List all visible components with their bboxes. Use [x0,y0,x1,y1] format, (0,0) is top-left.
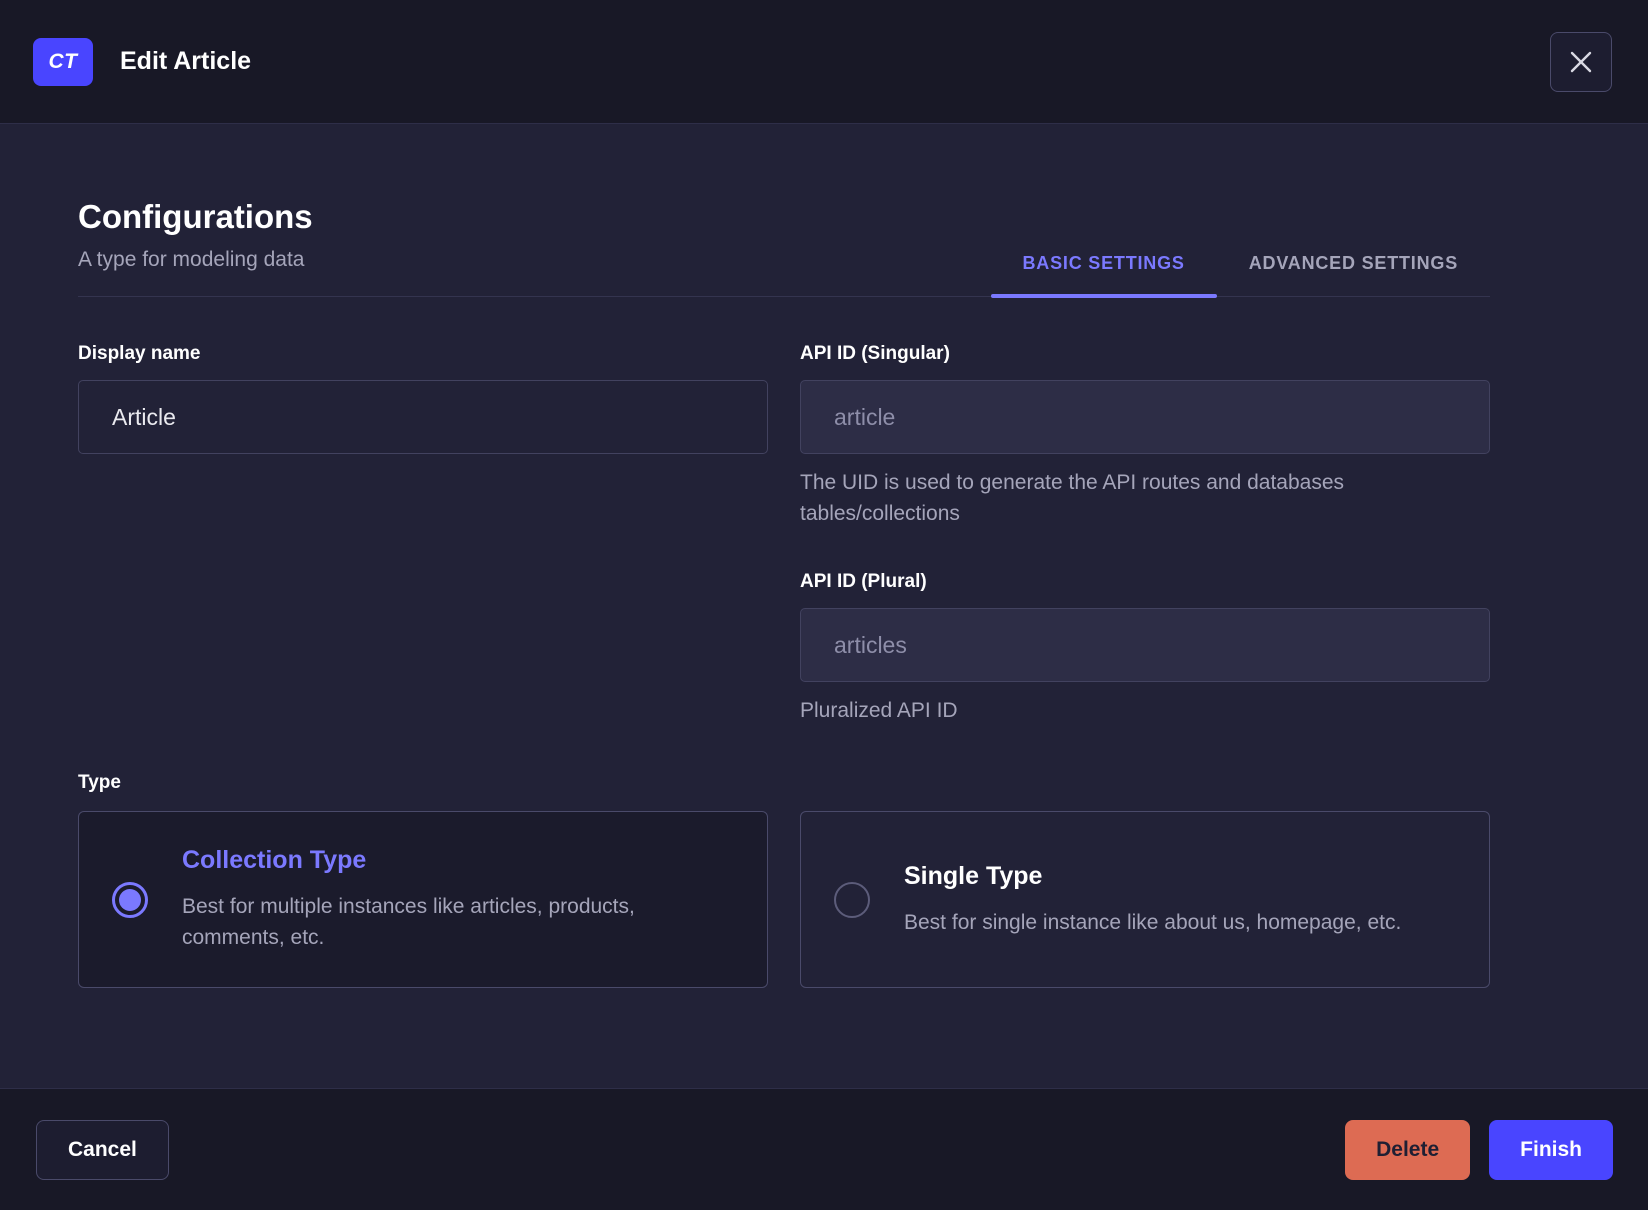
display-name-field-block: Display name [78,343,768,454]
api-id-plural-field-block: API ID (Plural) Pluralized API ID [800,571,1490,726]
display-name-input[interactable] [78,380,768,454]
single-type-radio[interactable] [834,881,870,918]
type-section: Type Collection Type Best for multiple i… [78,772,1490,988]
form-left-column: Display name [78,343,768,726]
collection-type-title: Collection Type [182,846,367,874]
single-type-title: Single Type [904,861,1043,890]
single-type-text: Single Type Best for single instance lik… [904,862,1401,938]
settings-tabs: BASIC SETTINGS ADVANCED SETTINGS [990,253,1491,298]
tab-basic-settings[interactable]: BASIC SETTINGS [990,253,1217,298]
content-type-badge: CT [33,37,93,86]
tab-advanced-settings[interactable]: ADVANCED SETTINGS [1217,253,1490,296]
page-subtitle: A type for modeling data [78,248,305,271]
api-id-singular-input[interactable] [800,380,1490,454]
api-id-singular-label: API ID (Singular) [800,343,950,364]
modal-footer: Cancel Delete Finish [0,1088,1648,1210]
display-name-label: Display name [78,343,201,364]
finish-button[interactable]: Finish [1489,1119,1613,1180]
content-type-badge-label: CT [48,49,78,73]
api-id-singular-field-block: API ID (Singular) The UID is used to gen… [800,343,1490,529]
configurations-header: Configurations A type for modeling data … [78,198,1491,298]
collection-type-description: Best for multiple instances like article… [182,895,635,949]
cancel-button[interactable]: Cancel [36,1119,169,1180]
edit-content-type-modal: CT Edit Article Configurations A type fo… [0,0,1648,1210]
collection-type-text: Collection Type Best for multiple instan… [182,846,727,953]
delete-button[interactable]: Delete [1345,1119,1471,1180]
api-id-plural-input[interactable] [800,608,1490,682]
api-id-plural-hint: Pluralized API ID [800,699,958,722]
single-type-description: Best for single instance like about us, … [904,910,1402,934]
form-right-column: API ID (Singular) The UID is used to gen… [800,343,1490,726]
modal-body: Configurations A type for modeling data … [0,124,1648,1088]
configurations-heading-block: Configurations A type for modeling data [78,198,313,296]
page-title: Configurations [78,198,313,235]
type-cards: Collection Type Best for multiple instan… [78,811,1490,988]
close-icon [1570,51,1592,72]
type-label: Type [78,772,121,793]
api-id-plural-label: API ID (Plural) [800,571,927,592]
close-button[interactable] [1550,31,1612,92]
modal-header: CT Edit Article [0,0,1648,124]
configuration-form: Display name API ID (Singular) The UID i… [78,343,1490,726]
collection-type-radio[interactable] [112,881,148,918]
single-type-card[interactable]: Single Type Best for single instance lik… [800,811,1490,988]
api-id-singular-hint: The UID is used to generate the API rout… [800,471,1345,525]
modal-title: Edit Article [120,47,252,75]
collection-type-card[interactable]: Collection Type Best for multiple instan… [78,811,768,988]
